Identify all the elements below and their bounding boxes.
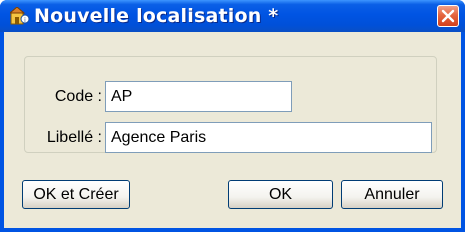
window-frame-bottom — [0, 228, 465, 232]
code-label: Code : — [54, 88, 102, 105]
libelle-field[interactable] — [105, 122, 432, 153]
ok-create-button[interactable]: OK et Créer — [22, 180, 130, 209]
dialog-window: i Nouvelle localisation * Code : Libellé… — [0, 0, 465, 232]
close-icon — [441, 9, 455, 23]
libelle-label: Libellé : — [46, 129, 102, 146]
code-field[interactable] — [105, 81, 292, 112]
title-bar[interactable]: i Nouvelle localisation * — [0, 0, 465, 32]
close-button[interactable] — [437, 5, 459, 27]
cancel-button[interactable]: Annuler — [341, 180, 443, 209]
window-title: Nouvelle localisation * — [34, 5, 279, 27]
dialog-content: Code : Libellé : OK et Créer OK Annuler — [4, 32, 461, 228]
location-icon: i — [8, 6, 30, 25]
ok-button[interactable]: OK — [228, 180, 333, 209]
